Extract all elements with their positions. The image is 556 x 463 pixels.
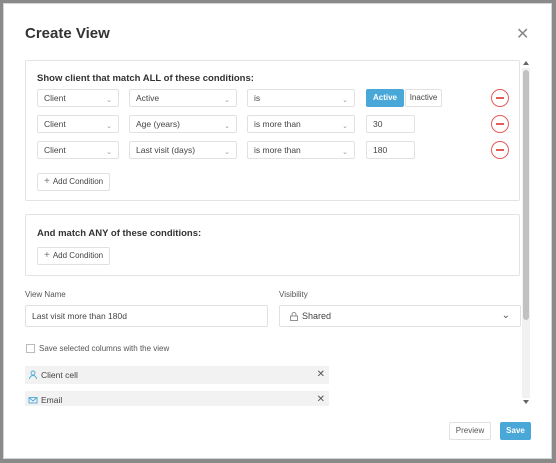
chevron-down-icon: ⌄	[342, 97, 348, 104]
condition-field-value: Active	[136, 93, 160, 103]
column-item: Client cell ✕	[25, 366, 329, 384]
condition-operator-select[interactable]: is more than ⌄	[247, 115, 355, 133]
column-item: Email ✕	[25, 391, 329, 406]
condition-entity-select[interactable]: Client ⌄	[37, 141, 119, 159]
remove-condition-button[interactable]	[491, 89, 509, 107]
column-item-label: Email	[41, 395, 63, 405]
save-button[interactable]: Save	[500, 422, 531, 440]
condition-entity-value: Client	[44, 93, 66, 103]
remove-condition-button[interactable]	[491, 115, 509, 133]
any-conditions-panel: And match ANY of these conditions: + Add …	[25, 214, 520, 276]
chevron-down-icon: ⌄	[224, 97, 230, 104]
chevron-down-icon: ⌄	[106, 97, 112, 104]
chevron-down-icon: ⌄	[342, 149, 348, 156]
view-name-input[interactable]: Last visit more than 180d	[25, 305, 268, 327]
inactive-toggle-button[interactable]: Inactive	[405, 89, 442, 107]
person-icon	[29, 370, 37, 380]
envelope-icon	[28, 397, 38, 404]
condition-value-input[interactable]: 180	[366, 141, 415, 159]
active-toggle-button[interactable]: Active	[366, 89, 404, 107]
dialog-title: Create View	[25, 25, 110, 42]
scrollbar[interactable]	[522, 60, 530, 405]
any-conditions-heading: And match ANY of these conditions:	[37, 228, 202, 239]
condition-field-select[interactable]: Age (years) ⌄	[129, 115, 237, 133]
close-icon[interactable]: ✕	[317, 366, 325, 384]
condition-entity-value: Client	[44, 119, 66, 129]
scroll-up-icon[interactable]	[523, 61, 529, 65]
chevron-down-icon: ⌄	[106, 123, 112, 130]
dialog-body: Show client that match ALL of these cond…	[4, 56, 538, 406]
minus-icon	[496, 149, 504, 151]
create-view-dialog: Create View ✕ Show client that match ALL…	[3, 3, 552, 459]
column-item-label: Client cell	[41, 370, 78, 380]
condition-field-select[interactable]: Last visit (days) ⌄	[129, 141, 237, 159]
scroll-down-icon[interactable]	[523, 400, 529, 404]
minus-icon	[496, 97, 504, 99]
add-condition-button[interactable]: + Add Condition	[37, 247, 111, 265]
save-columns-label: Save selected columns with the view	[39, 344, 170, 353]
close-icon[interactable]: ✕	[516, 24, 529, 44]
view-name-label: View Name	[25, 290, 66, 299]
all-conditions-heading: Show client that match ALL of these cond…	[37, 73, 254, 84]
condition-value-input[interactable]: 30	[366, 115, 415, 133]
condition-field-select[interactable]: Active ⌄	[129, 89, 237, 107]
condition-field-value: Last visit (days)	[136, 145, 196, 155]
condition-operator-select[interactable]: is more than ⌄	[247, 141, 355, 159]
condition-operator-value: is	[254, 93, 261, 103]
visibility-select[interactable]: Shared ⌄	[279, 305, 521, 327]
visibility-value: Shared	[302, 311, 332, 321]
save-columns-checkbox[interactable]	[26, 344, 35, 353]
plus-icon: +	[44, 176, 50, 187]
add-condition-label: Add Condition	[52, 177, 104, 186]
chevron-down-icon: ⌄	[224, 149, 230, 156]
visibility-label: Visibility	[279, 290, 308, 299]
condition-operator-select[interactable]: is ⌄	[247, 89, 355, 107]
chevron-down-icon: ⌄	[224, 123, 230, 130]
condition-operator-value: is more than	[254, 119, 301, 129]
condition-entity-select[interactable]: Client ⌄	[37, 115, 119, 133]
preview-button[interactable]: Preview	[449, 422, 491, 440]
lock-icon	[290, 312, 298, 322]
condition-field-value: Age (years)	[136, 119, 180, 129]
add-condition-label: Add Condition	[52, 251, 104, 260]
condition-entity-value: Client	[44, 145, 66, 155]
remove-condition-button[interactable]	[491, 141, 509, 159]
add-condition-button[interactable]: + Add Condition	[37, 173, 111, 191]
plus-icon: +	[44, 250, 50, 261]
chevron-down-icon: ⌄	[501, 310, 510, 321]
close-icon[interactable]: ✕	[317, 391, 325, 406]
all-conditions-panel: Show client that match ALL of these cond…	[25, 60, 520, 201]
minus-icon	[496, 123, 504, 125]
condition-operator-value: is more than	[254, 145, 301, 155]
condition-entity-select[interactable]: Client ⌄	[37, 89, 119, 107]
chevron-down-icon: ⌄	[342, 123, 348, 130]
chevron-down-icon: ⌄	[106, 149, 112, 156]
scrollbar-thumb[interactable]	[523, 70, 529, 320]
